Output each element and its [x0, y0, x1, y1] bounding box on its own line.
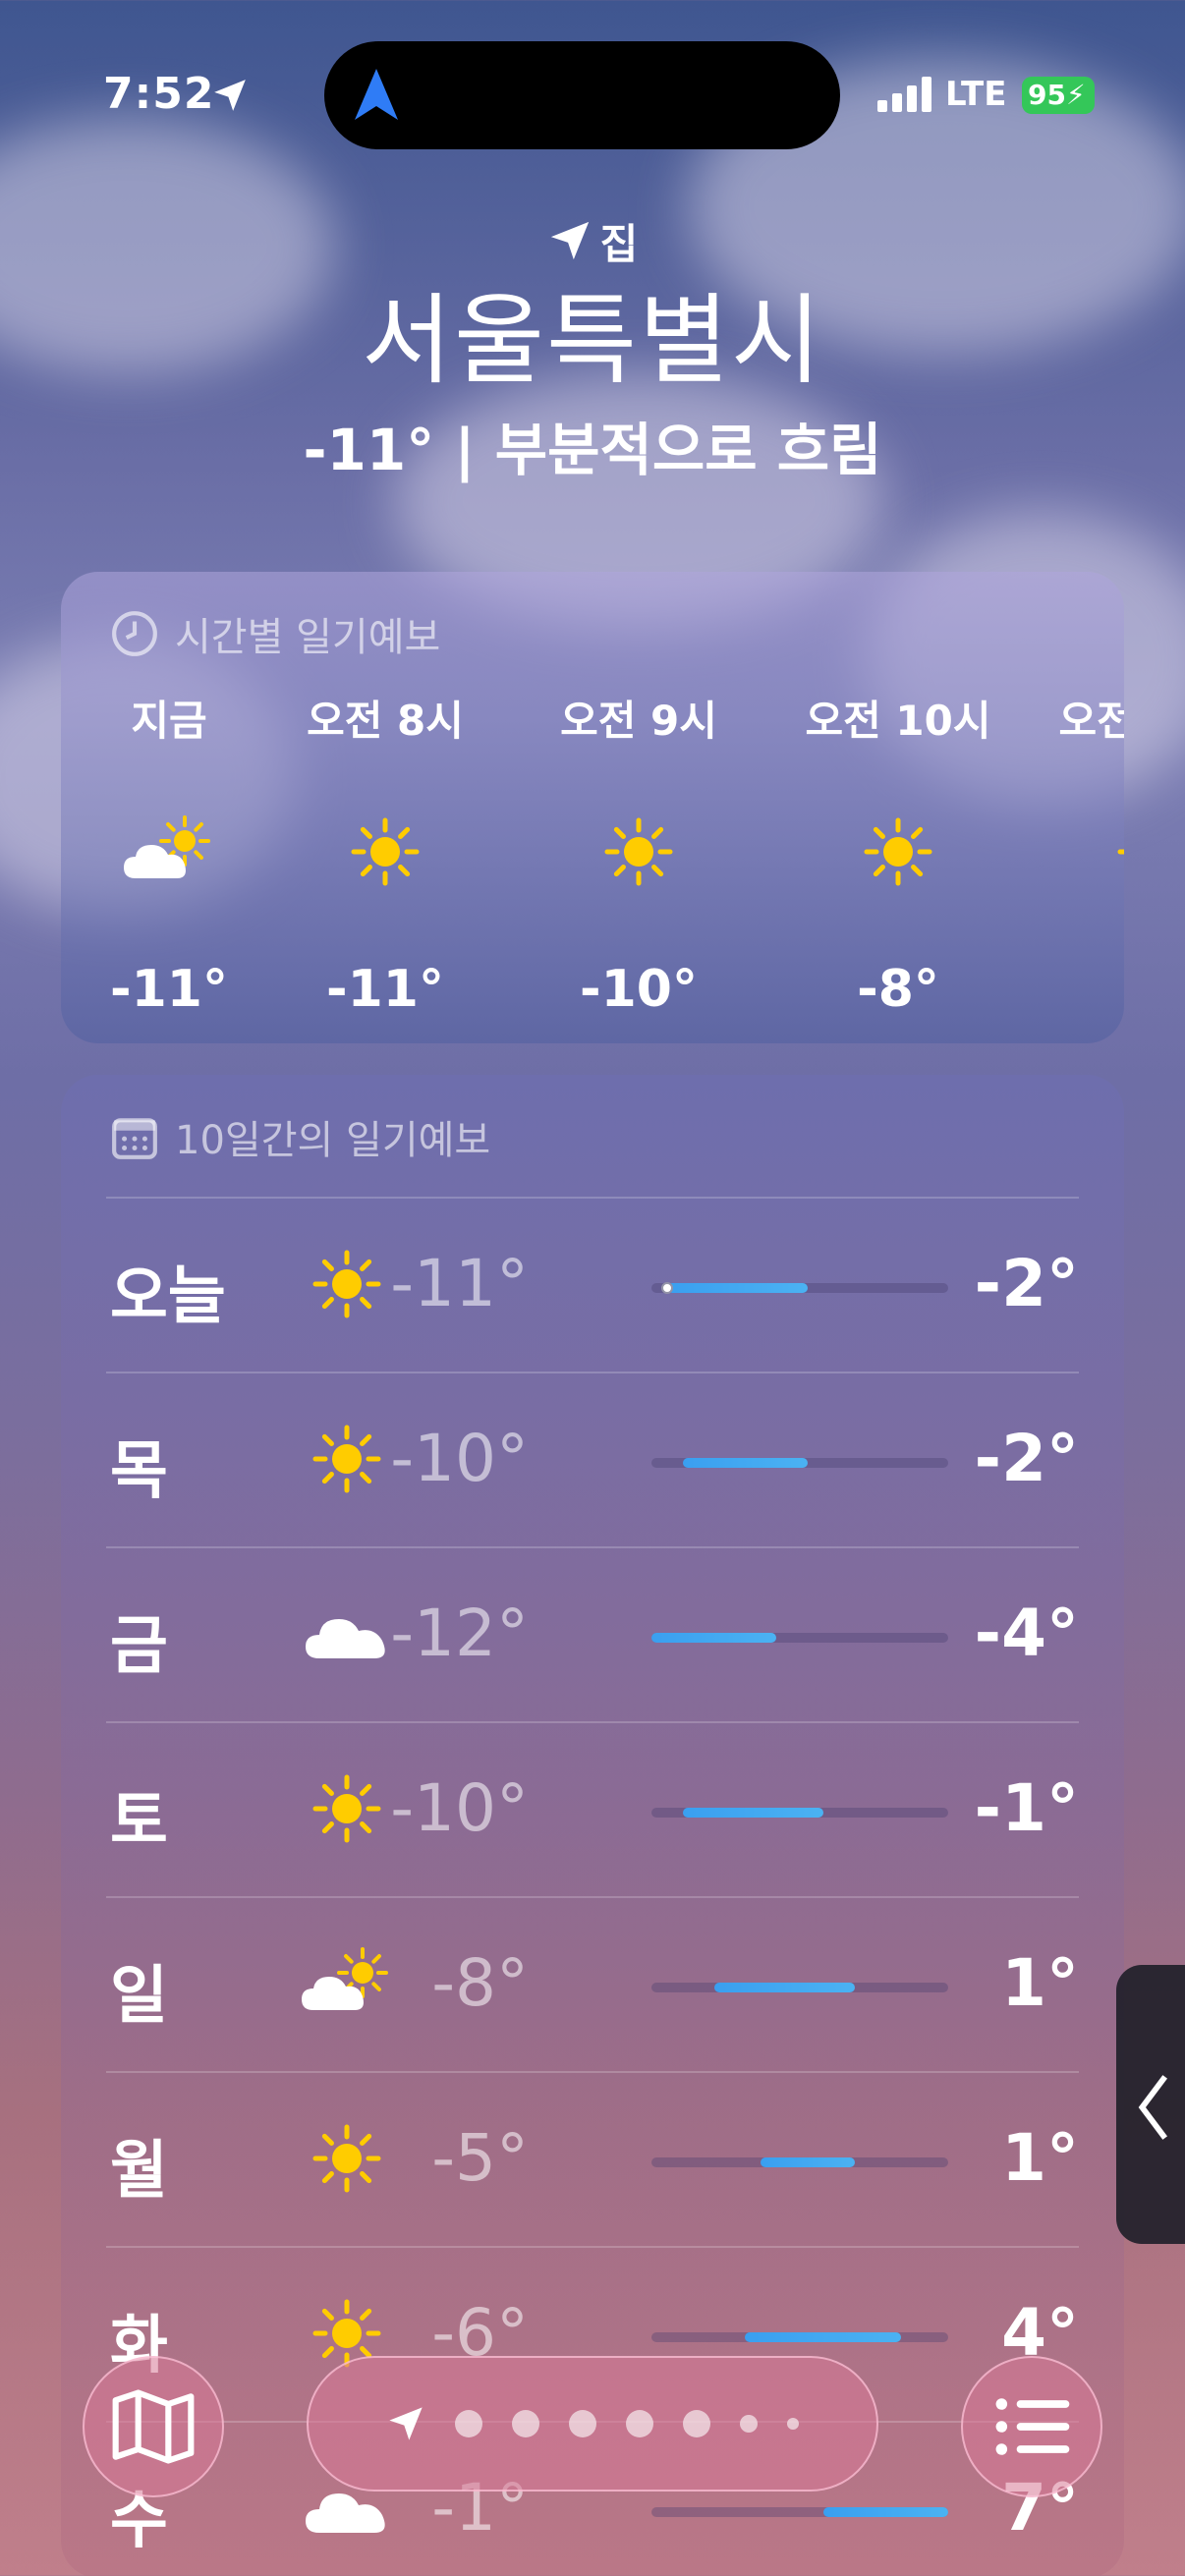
- low-temp: -11°: [390, 1246, 529, 1321]
- sun-icon: [298, 2112, 396, 2205]
- dynamic-island[interactable]: [324, 41, 840, 149]
- day-label: 일: [110, 1960, 168, 2033]
- clock: 7:52: [103, 69, 215, 119]
- low-temp: -10°: [390, 1421, 529, 1496]
- hour-temp: -11°: [326, 960, 444, 1019]
- day-label: 토: [110, 1785, 168, 1858]
- temp-range-fill: [651, 1633, 777, 1643]
- ten-day-forecast-title: 10일간의 일기예보: [175, 1118, 491, 1163]
- temp-range-bar: [651, 1633, 948, 1643]
- cloud-icon: [298, 1588, 396, 1680]
- high-temp: -2°: [974, 1421, 1079, 1496]
- high-temp: 1°: [1001, 2120, 1079, 2196]
- sun-icon: [1098, 808, 1124, 896]
- hour-label: 지금: [131, 697, 207, 745]
- hourly-forecast-header: 시간별 일기예보: [110, 605, 440, 662]
- sun-icon: [331, 808, 439, 896]
- navigation-icon: [355, 69, 398, 120]
- partly-sunny-icon: [115, 808, 223, 896]
- hourly-forecast-card[interactable]: 시간별 일기예보 지금 -11° 오전 8시 -11° 오전 9시 -10° 오전 1…: [61, 572, 1124, 1043]
- map-icon: [112, 2389, 195, 2464]
- sun-icon: [298, 1238, 396, 1330]
- day-label: 목: [110, 1435, 168, 1508]
- low-temp: -5°: [431, 2120, 529, 2196]
- temp-range-fill: [761, 2157, 855, 2167]
- hour-temp: -11°: [110, 960, 228, 1019]
- page-dot[interactable]: [569, 2410, 596, 2437]
- calendar-icon: [112, 1118, 157, 1159]
- sun-icon: [585, 808, 693, 896]
- low-temp: -8°: [431, 1945, 529, 2021]
- high-temp: -1°: [974, 1770, 1079, 1846]
- temp-range-bar: [651, 1983, 948, 1992]
- status-bar: 7:52 LTE 95⚡: [0, 0, 1185, 167]
- battery-icon: 95⚡: [1022, 77, 1095, 114]
- hourly-forecast-title: 시간별 일기예보: [175, 615, 441, 660]
- temp-range-fill: [713, 1983, 855, 1992]
- partly-sunny-icon: [298, 1937, 396, 2030]
- current-conditions: -11° | 부분적으로 흐림: [303, 417, 882, 483]
- day-row[interactable]: 토 -10° -1°: [106, 1721, 1079, 1896]
- high-temp: -4°: [974, 1596, 1079, 1671]
- temp-range-bar: [651, 1282, 948, 1294]
- city-name: 서울특별시: [362, 283, 823, 398]
- ten-day-forecast-card[interactable]: 10일간의 일기예보 오늘 -11° -2° 목 -10° -2° 금 -12° -…: [61, 1075, 1124, 2576]
- page-dot[interactable]: [455, 2410, 482, 2437]
- temp-range-fill: [822, 2507, 948, 2517]
- day-label: 오늘: [110, 1260, 226, 1333]
- location-header: 집 서울특별시 -11° | 부분적으로 흐림: [0, 211, 1185, 484]
- low-temp: -10°: [390, 1770, 529, 1846]
- sun-icon: [844, 808, 952, 896]
- location-label: 집: [599, 219, 639, 268]
- page-dot[interactable]: [512, 2410, 539, 2437]
- day-row[interactable]: 오늘 -11° -2°: [106, 1197, 1079, 1372]
- day-row[interactable]: 금 -12° -4°: [106, 1546, 1079, 1721]
- page-dot[interactable]: [683, 2410, 710, 2437]
- chevron-left-icon: [1138, 2075, 1167, 2140]
- current-temp-marker: [660, 1282, 673, 1294]
- high-temp: -2°: [974, 1246, 1079, 1321]
- network-type: LTE: [945, 75, 1007, 114]
- low-temp: -12°: [390, 1596, 529, 1671]
- temp-range-bar: [651, 2507, 948, 2517]
- temp-range-bar: [651, 1808, 948, 1818]
- temp-range-bar: [651, 2157, 948, 2167]
- map-button[interactable]: [83, 2356, 224, 2497]
- page-dot[interactable]: [787, 2418, 799, 2430]
- battery-level: 95: [1028, 79, 1066, 111]
- hour-label: 오전 10시: [805, 697, 991, 745]
- clock-icon: [112, 611, 157, 656]
- day-row[interactable]: 월 -5° 1°: [106, 2071, 1079, 2246]
- current-location-icon: [389, 2407, 423, 2440]
- location-arrow-icon: [550, 221, 589, 260]
- sun-icon: [298, 1413, 396, 1505]
- page-dot[interactable]: [626, 2410, 653, 2437]
- signal-icon: [877, 77, 932, 112]
- day-label: 월: [110, 2135, 168, 2208]
- side-panel-handle[interactable]: [1116, 1965, 1185, 2244]
- hour-label: 오전 9시: [560, 697, 717, 745]
- hour-temp: -8°: [857, 960, 939, 1019]
- temp-range-bar: [651, 2332, 948, 2342]
- location-pager[interactable]: [307, 2356, 878, 2492]
- hour-label: 오전 8시: [307, 697, 464, 745]
- temp-range-fill: [682, 1458, 808, 1468]
- location-arrow-icon: [214, 80, 246, 111]
- temp-range-fill: [666, 1283, 808, 1293]
- ten-day-forecast-header: 10일간의 일기예보: [110, 1108, 490, 1165]
- temp-range-fill: [682, 1808, 823, 1818]
- day-row[interactable]: 목 -10° -2°: [106, 1372, 1079, 1546]
- temp-range-fill: [745, 2332, 902, 2342]
- city-list-button[interactable]: [961, 2356, 1102, 2497]
- sun-icon: [298, 1763, 396, 1855]
- temp-range-bar: [651, 1458, 948, 1468]
- hour-temp: -10°: [580, 960, 698, 1019]
- day-row[interactable]: 일 -8° 1°: [106, 1896, 1079, 2071]
- high-temp: 1°: [1001, 1945, 1079, 2021]
- page-dot[interactable]: [740, 2415, 758, 2433]
- day-label: 금: [110, 1610, 168, 1683]
- list-icon: [995, 2398, 1070, 2455]
- hour-label: 오전 11시: [1058, 697, 1125, 745]
